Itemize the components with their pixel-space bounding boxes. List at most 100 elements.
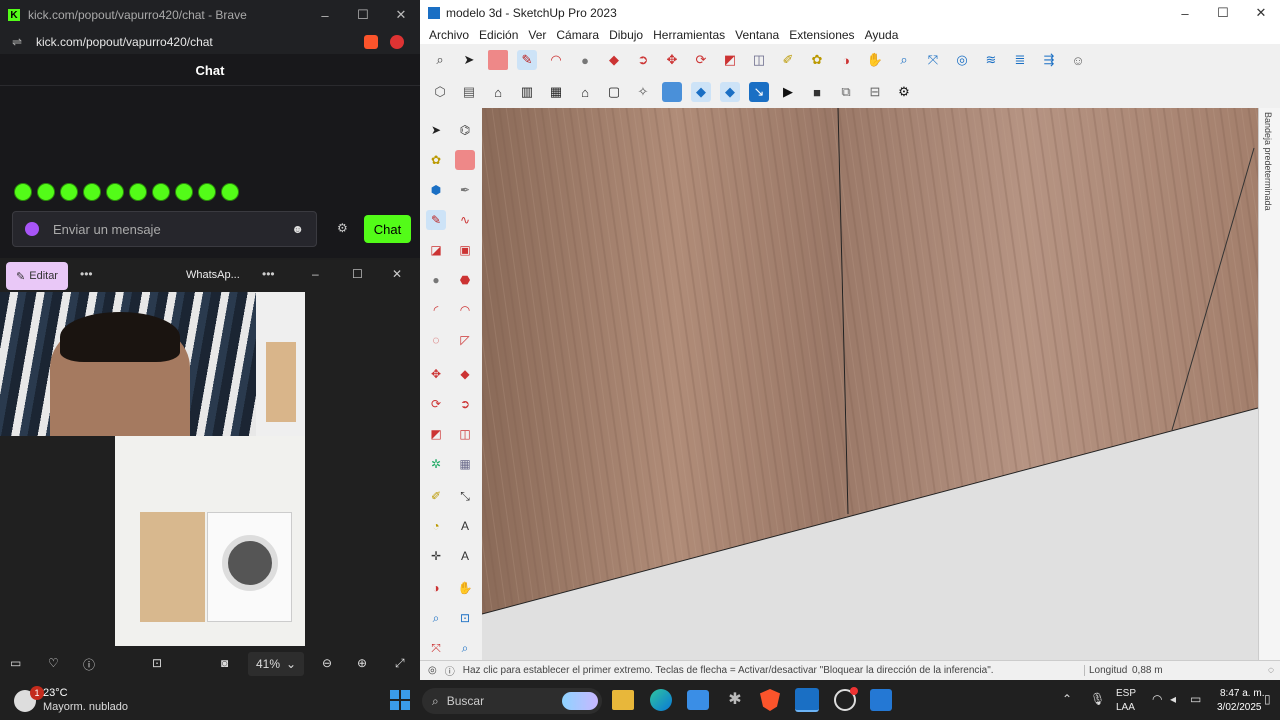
paint-bucket-icon[interactable]: ✿	[426, 150, 446, 170]
favorite-icon[interactable]: ♡	[48, 656, 59, 670]
menu-herramientas[interactable]: Herramientas	[653, 28, 725, 42]
zoom-in-icon[interactable]: ⊕	[357, 656, 367, 670]
section-cut-icon[interactable]: ⊟	[865, 82, 885, 102]
axes-tool-icon[interactable]: ✛	[426, 546, 446, 566]
three-point-arc-icon[interactable]: ◌	[426, 330, 446, 350]
move-tool-icon[interactable]: ✥	[426, 364, 446, 384]
mic-icon[interactable]	[25, 222, 39, 236]
send-chat-button[interactable]: Chat	[364, 215, 411, 243]
file-explorer-icon[interactable]	[612, 690, 634, 710]
make-component-icon[interactable]: ⌬	[455, 120, 475, 140]
emote-icon[interactable]	[106, 183, 124, 201]
orbit-icon[interactable]: ◑	[836, 50, 856, 70]
zoom-extents-icon[interactable]: ⤧	[426, 638, 446, 658]
sample-paint-icon[interactable]: ✒	[455, 180, 475, 200]
bottom-view-icon[interactable]: ▢	[604, 82, 624, 102]
iso-view-icon[interactable]: ⬡	[430, 82, 450, 102]
settings-app-icon[interactable]: ✱	[724, 689, 746, 711]
emote-icon[interactable]	[152, 183, 170, 201]
address-bar[interactable]: ⇌ kick.com/popout/vapurro420/chat	[0, 30, 420, 54]
stop-icon[interactable]: ■	[807, 82, 827, 102]
emoji-icon[interactable]: ☻	[291, 222, 304, 236]
measurements-value[interactable]: 0,88 m	[1132, 665, 1163, 676]
minimize-button[interactable]: –	[312, 267, 319, 281]
left-view-icon[interactable]: ⌂	[575, 82, 595, 102]
close-button[interactable]: ✕	[392, 267, 402, 281]
menu-archivo[interactable]: Archivo	[429, 28, 469, 42]
layers-icon[interactable]: ≣	[1010, 50, 1030, 70]
paint-bucket-icon[interactable]: ✿	[807, 50, 827, 70]
minimize-button[interactable]: –	[1166, 0, 1204, 26]
shaded-icon[interactable]: ◆	[691, 82, 711, 102]
zoom-extents-icon[interactable]: ⤧	[923, 50, 943, 70]
line-tool-icon[interactable]: ✎	[426, 210, 446, 230]
offset-tool-icon[interactable]: ◫	[749, 50, 769, 70]
scale-tool-icon[interactable]: ◩	[426, 424, 446, 444]
language-bottom[interactable]: LAA	[1116, 702, 1135, 713]
extension-warehouse-icon[interactable]: ≋	[981, 50, 1001, 70]
tag-tool-icon[interactable]: ⬢	[426, 180, 446, 200]
obs-icon[interactable]	[834, 687, 858, 711]
line-tool-icon[interactable]: ✎	[517, 50, 537, 70]
zoom-window-icon[interactable]: ⊡	[455, 608, 475, 628]
chat-settings-icon[interactable]: ⚙	[337, 221, 348, 235]
eraser-icon[interactable]	[455, 150, 475, 170]
polygon-tool-icon[interactable]: ⬣	[455, 270, 475, 290]
info-icon[interactable]: ⓘ	[83, 656, 95, 673]
play-icon[interactable]: ▶	[778, 82, 798, 102]
circle-tool-icon[interactable]: ●	[426, 270, 446, 290]
battery-icon[interactable]: ▭	[1190, 692, 1201, 706]
start-button[interactable]	[390, 690, 410, 710]
freehand-icon[interactable]: ∿	[455, 210, 475, 230]
emote-icon[interactable]	[198, 183, 216, 201]
tape-measure-icon[interactable]: ✐	[426, 486, 446, 506]
screenshot-icon[interactable]: ◙	[221, 656, 228, 670]
scale-tool-icon[interactable]: ◩	[720, 50, 740, 70]
emote-icon[interactable]	[14, 183, 32, 201]
menu-ventana[interactable]: Ventana	[735, 28, 779, 42]
orbit-icon[interactable]: ◑	[426, 578, 446, 598]
tape-measure-icon[interactable]: ✐	[778, 50, 798, 70]
weather-widget[interactable]: 1	[14, 686, 44, 714]
menu-dibujo[interactable]: Dibujo	[609, 28, 643, 42]
circle-tool-icon[interactable]: ●	[575, 50, 595, 70]
settings-gear-icon[interactable]: ⚙	[894, 82, 914, 102]
menu-edicion[interactable]: Edición	[479, 28, 518, 42]
zoom-select[interactable]: 41% ⌄	[248, 652, 304, 676]
rotate-tool-icon[interactable]: ⟳	[691, 50, 711, 70]
push-pull-icon[interactable]: ◆	[604, 50, 624, 70]
two-point-arc-icon[interactable]: ◠	[455, 300, 475, 320]
notifications-icon[interactable]: ▯	[1264, 692, 1271, 706]
pan-icon[interactable]: ✋	[455, 578, 475, 598]
volume-icon[interactable]: ◂	[1170, 692, 1176, 706]
pan-icon[interactable]: ✋	[865, 50, 885, 70]
right-view-icon[interactable]: ▥	[517, 82, 537, 102]
maximize-button[interactable]: ☐	[1204, 0, 1242, 26]
solid-tools-icon[interactable]: ▦	[455, 454, 475, 474]
sketchup-taskbar-icon[interactable]	[795, 688, 819, 712]
chevron-up-icon[interactable]: ⌃	[1062, 692, 1072, 706]
site-settings-icon[interactable]: ⇌	[12, 35, 22, 49]
rotated-rectangle-icon[interactable]: ▣	[455, 240, 475, 260]
arc-tool-icon[interactable]: ◜	[426, 300, 446, 320]
mic-icon[interactable]: 🎙	[1090, 692, 1105, 706]
follow-me-icon[interactable]: ➲	[633, 50, 653, 70]
zoom-icon[interactable]: ⌕	[894, 50, 914, 70]
crop-icon[interactable]: ⊡	[152, 656, 162, 670]
back-view-icon[interactable]: ▦	[546, 82, 566, 102]
xray-icon[interactable]: ✧	[633, 82, 653, 102]
follow-me-icon[interactable]: ➲	[455, 394, 475, 414]
film-strip-icon[interactable]: ▭	[10, 656, 21, 670]
warehouse-icon[interactable]: ◎	[952, 50, 972, 70]
clock-time[interactable]: 8:47 a. m.	[1220, 688, 1264, 699]
message-input[interactable]: Enviar un mensaje ☻	[12, 211, 317, 247]
fullscreen-icon[interactable]: ⤢	[395, 656, 405, 671]
menu-camara[interactable]: Cámara	[556, 28, 599, 42]
rotate-tool-icon[interactable]: ⟳	[426, 394, 446, 414]
language-top[interactable]: ESP	[1116, 688, 1136, 699]
push-pull-icon[interactable]: ◆	[455, 364, 475, 384]
search-icon[interactable]: ⌕	[430, 50, 450, 70]
display-section-icon[interactable]: ⧉	[836, 82, 856, 102]
close-button[interactable]: ✕	[1242, 0, 1280, 26]
edit-button[interactable]: ✎ Editar	[6, 262, 68, 290]
